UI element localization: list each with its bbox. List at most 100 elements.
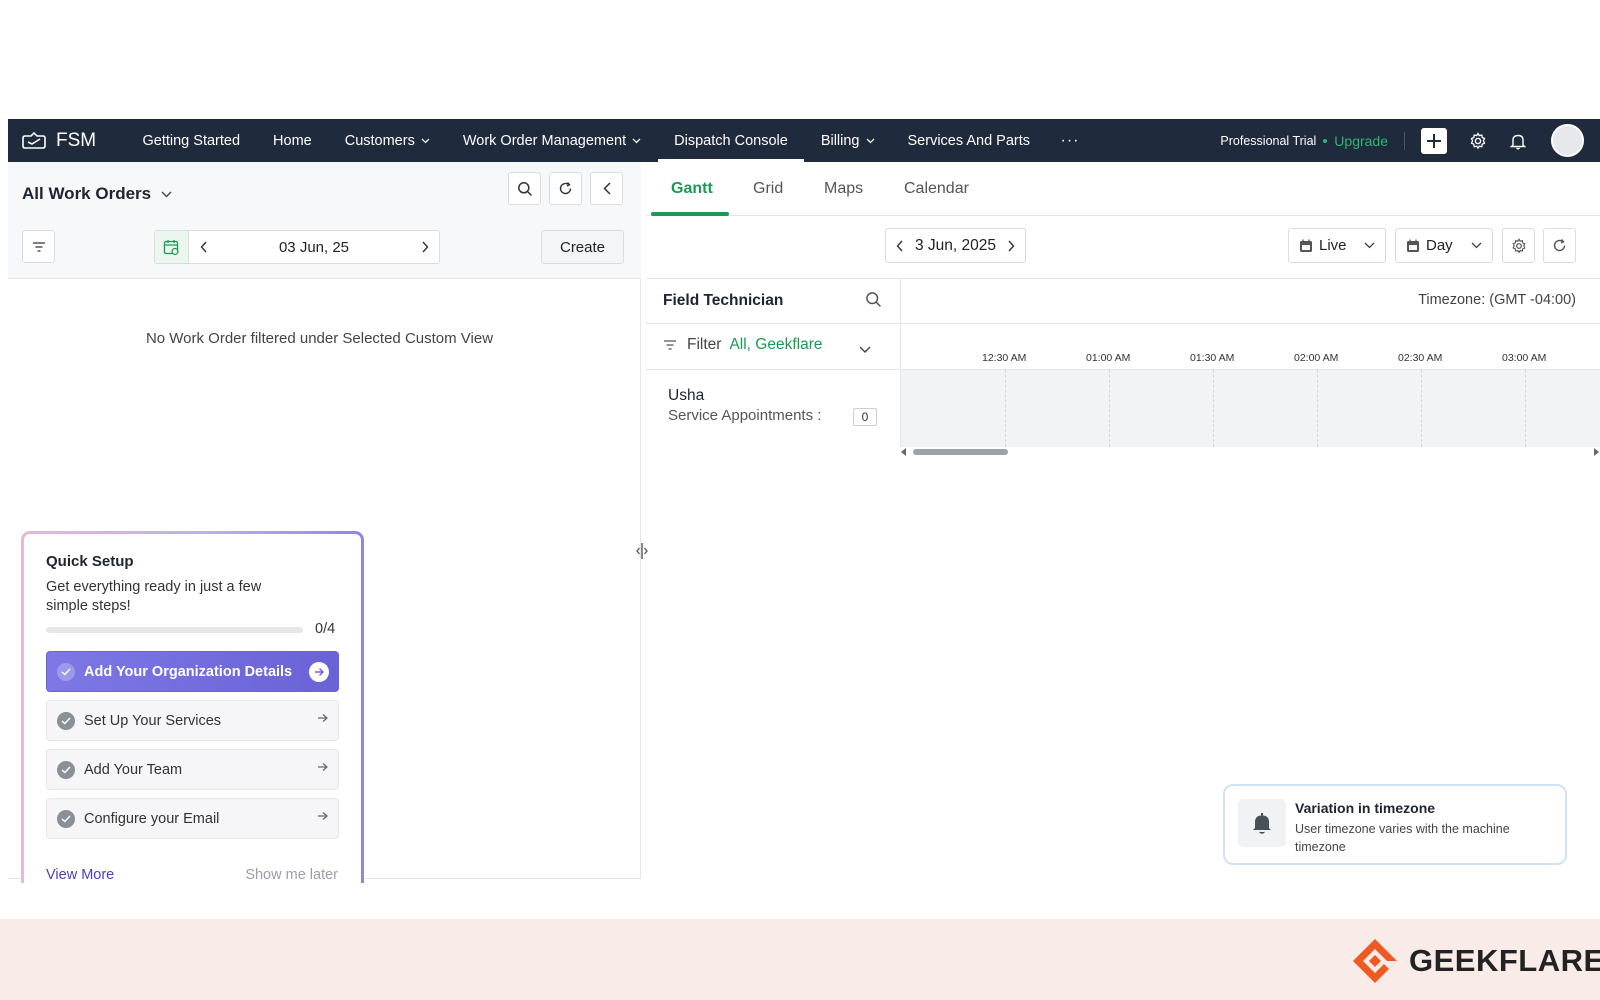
chevron-left-icon[interactable] (896, 240, 903, 252)
settings-button[interactable] (1469, 131, 1487, 150)
setup-step-label: Add Your Team (84, 761, 183, 778)
refresh-icon (1553, 239, 1566, 252)
setup-step-team[interactable]: Add Your Team (46, 749, 339, 790)
nav-services-and-parts[interactable]: Services And Parts (891, 119, 1047, 162)
chevron-down-icon (1471, 242, 1482, 249)
avatar[interactable] (1551, 124, 1584, 157)
show-me-later-link[interactable]: Show me later (245, 867, 338, 883)
active-tab-indicator (651, 212, 729, 216)
calendar-icon (1406, 239, 1420, 253)
check-circle-icon (57, 809, 75, 828)
status-dot (1323, 138, 1328, 143)
scroll-right-icon[interactable] (1593, 448, 1599, 456)
nav-getting-started[interactable]: Getting Started (126, 119, 257, 162)
filter-label: Filter (687, 336, 722, 353)
tab-grid[interactable]: Grid (753, 180, 783, 198)
search-icon (866, 292, 881, 307)
nav-label: Work Order Management (462, 132, 627, 149)
filter-button[interactable] (22, 230, 55, 263)
divider (646, 323, 901, 324)
trial-label: Professional Trial (1220, 133, 1317, 148)
nav-home[interactable]: Home (257, 119, 329, 162)
filter-icon (664, 340, 676, 350)
check-circle-icon (57, 662, 75, 681)
notifications-button[interactable] (1509, 132, 1527, 150)
setup-step-services[interactable]: Set Up Your Services (46, 700, 339, 741)
search-button[interactable] (508, 172, 541, 205)
custom-view-selector[interactable]: All Work Orders (22, 184, 172, 204)
technician-name: Usha (668, 387, 705, 404)
plus-icon (1427, 133, 1441, 148)
scroll-left-icon[interactable] (901, 448, 907, 456)
view-more-link[interactable]: View More (46, 867, 114, 883)
filter-dropdown-button[interactable] (859, 341, 871, 359)
chevron-right-icon (421, 241, 428, 253)
nav-customers[interactable]: Customers (328, 119, 446, 162)
chevron-down-icon (421, 138, 430, 143)
calendar-icon (1299, 239, 1313, 253)
filter-icon (32, 241, 45, 252)
nav-billing[interactable]: Billing (804, 119, 891, 162)
notification-title: Variation in timezone (1295, 800, 1436, 816)
chevron-down-icon (866, 138, 874, 143)
more-menu-icon[interactable]: ··· (1047, 119, 1094, 162)
setup-step-organization[interactable]: Add Your Organization Details (46, 651, 339, 692)
gantt-date-navigator: 3 Jun, 2025 (885, 228, 1026, 263)
horizontal-scrollbar[interactable] (901, 447, 1599, 457)
upgrade-link[interactable]: Upgrade (1334, 133, 1388, 149)
live-mode-value: Live (1319, 237, 1347, 254)
gantt-settings-button[interactable] (1502, 228, 1535, 263)
time-gridline (1005, 370, 1006, 447)
gantt-refresh-button[interactable] (1543, 228, 1576, 263)
gantt-header: Field Technician Filter All, Geekflare T… (646, 278, 1600, 371)
filter-value: All, Geekflare (729, 336, 823, 353)
search-icon (517, 181, 532, 196)
watermark-text: GEEKFLARE (1409, 943, 1600, 978)
gantt-timeline[interactable] (901, 370, 1600, 447)
bell-icon (1510, 134, 1526, 149)
technician-filter[interactable]: Filter All, Geekflare (663, 336, 823, 354)
refresh-icon (559, 182, 572, 195)
next-date-button[interactable] (411, 231, 439, 263)
time-tick: 02:00 AM (1294, 352, 1339, 364)
nav-menu: Getting Started Home Customers Work Orde… (126, 119, 1093, 162)
calendar-icon (163, 239, 179, 255)
chevron-right-icon[interactable] (1008, 240, 1015, 252)
view-tabs: Gantt Grid Maps Calendar (646, 162, 1600, 216)
quick-create-button[interactable] (1421, 127, 1447, 154)
geekflare-logo: GEEKFLARE (1351, 937, 1600, 985)
live-mode-select[interactable]: Live (1288, 228, 1386, 263)
fsm-logo-icon (22, 131, 46, 149)
technician-cell[interactable]: Usha Service Appointments : 0 (646, 370, 901, 447)
calendar-button[interactable] (155, 231, 189, 263)
gantt-current-date: 3 Jun, 2025 (914, 236, 996, 254)
tab-calendar[interactable]: Calendar (904, 180, 969, 198)
date-navigator: 03 Jun, 25 (154, 230, 440, 264)
nav-work-order-management[interactable]: Work Order Management (446, 119, 657, 162)
empty-state-message: No Work Order filtered under Selected Cu… (145, 330, 494, 347)
brand[interactable]: FSM (20, 130, 126, 152)
nav-dispatch-console[interactable]: Dispatch Console (657, 119, 805, 162)
tab-maps[interactable]: Maps (824, 180, 863, 198)
quick-setup-card: Quick Setup Get everything ready in just… (21, 531, 364, 883)
nav-label: Services And Parts (907, 132, 1031, 149)
collapse-panel-button[interactable] (590, 172, 623, 205)
tab-gantt[interactable]: Gantt (671, 180, 713, 198)
previous-date-button[interactable] (189, 231, 217, 263)
setup-step-email[interactable]: Configure your Email (46, 798, 339, 839)
time-tick: 02:30 AM (1398, 352, 1443, 364)
refresh-button[interactable] (549, 172, 582, 205)
divider (1404, 131, 1405, 150)
panel-resize-handle[interactable] (636, 541, 648, 561)
setup-progress-bar (46, 627, 303, 633)
scrollbar-thumb[interactable] (913, 449, 1008, 455)
create-button[interactable]: Create (541, 230, 624, 264)
nav-label: Getting Started (142, 132, 241, 149)
technician-search-button[interactable] (865, 291, 882, 313)
time-tick: 12:30 AM (982, 352, 1027, 364)
quick-setup-title: Quick Setup (46, 553, 134, 570)
period-value: Day (1426, 237, 1453, 254)
arrow-right-icon (318, 763, 328, 771)
period-select[interactable]: Day (1395, 228, 1493, 263)
table-row: Usha Service Appointments : 0 (646, 370, 1600, 447)
